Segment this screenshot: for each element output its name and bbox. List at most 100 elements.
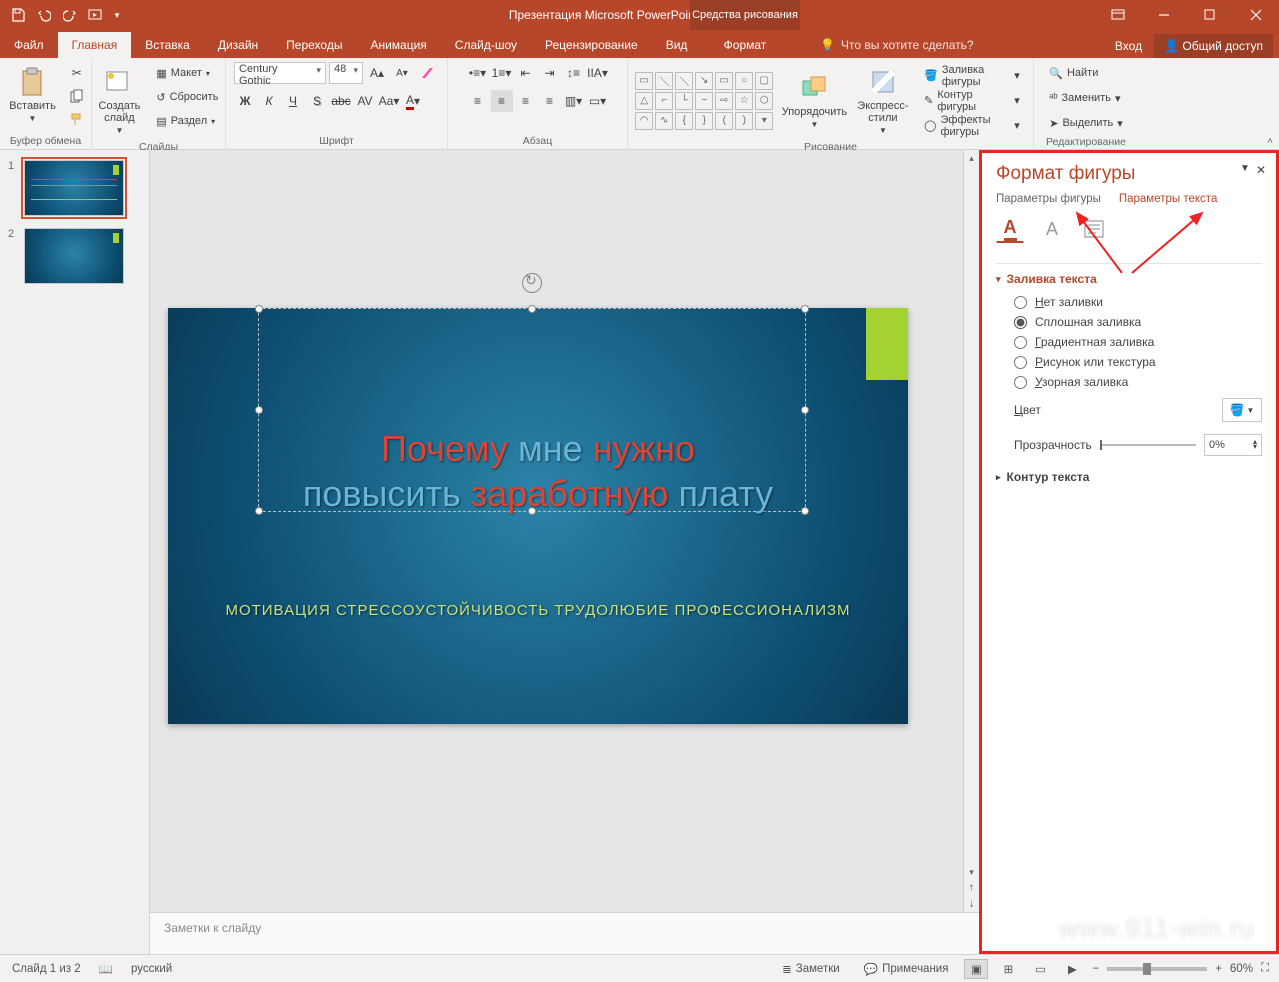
minimize-icon[interactable]	[1141, 0, 1187, 30]
text-fill-outline-tab-icon[interactable]: A	[996, 215, 1024, 243]
rotate-handle-icon[interactable]	[522, 273, 542, 293]
font-size-combo[interactable]: 48	[329, 62, 363, 84]
section-text-fill[interactable]: ▾Заливка текста	[996, 272, 1262, 286]
line-spacing-icon[interactable]: ↕≡	[563, 62, 585, 84]
bullets-icon[interactable]: •≡▾	[467, 62, 489, 84]
start-from-beginning-icon[interactable]	[84, 3, 108, 27]
format-painter-icon[interactable]	[66, 108, 88, 130]
radio-picture-fill[interactable]: Рисунок или текстура	[996, 352, 1262, 372]
shape-paren-r-icon[interactable]: )	[735, 112, 753, 130]
resize-handle[interactable]	[255, 305, 263, 313]
slide-thumbnail-1[interactable]	[24, 160, 124, 216]
numbering-icon[interactable]: 1≡▾	[491, 62, 513, 84]
align-right-icon[interactable]: ≡	[515, 90, 537, 112]
new-slide-button[interactable]: Создать слайд ▼	[93, 62, 147, 139]
align-center-icon[interactable]: ≡	[491, 90, 513, 112]
comments-toggle[interactable]: 💬 Примечания	[856, 958, 957, 980]
shrink-font-icon[interactable]: A▾	[391, 62, 413, 84]
maximize-icon[interactable]	[1187, 0, 1233, 30]
shape-rect2-icon[interactable]: ▭	[715, 72, 733, 90]
spellcheck-icon[interactable]: 📖	[99, 962, 113, 976]
strikethrough-icon[interactable]: abc	[330, 90, 352, 112]
clear-formatting-icon[interactable]	[416, 62, 438, 84]
justify-icon[interactable]: ≡	[539, 90, 561, 112]
radio-pattern-fill[interactable]: Узорная заливка	[996, 372, 1262, 392]
tab-review[interactable]: Рецензирование	[531, 32, 652, 58]
vertical-scrollbar[interactable]: ▴ ▾ ⭡ ⭣	[963, 150, 979, 912]
slide-thumbnail-2[interactable]	[24, 228, 124, 284]
shape-elbow-icon[interactable]: ⌐	[655, 92, 673, 110]
text-direction-icon[interactable]: IIA▾	[587, 62, 609, 84]
radio-gradient-fill[interactable]: Градиентная заливка	[996, 332, 1262, 352]
undo-icon[interactable]	[32, 3, 56, 27]
close-icon[interactable]	[1233, 0, 1279, 30]
shape-arc-icon[interactable]: ◠	[635, 112, 653, 130]
tab-animation[interactable]: Анимация	[356, 32, 440, 58]
shape-paren-l-icon[interactable]: (	[715, 112, 733, 130]
collapse-ribbon-icon[interactable]: ˄	[1267, 136, 1273, 147]
shape-arrowr-icon[interactable]: ⇨	[715, 92, 733, 110]
slide-subtitle[interactable]: МОТИВАЦИЯ СТРЕССОУСТОЙЧИВОСТЬ ТРУДОЛЮБИЕ…	[168, 602, 908, 619]
cut-icon[interactable]: ✂	[66, 62, 88, 84]
align-left-icon[interactable]: ≡	[467, 90, 489, 112]
font-name-combo[interactable]: Century Gothic	[234, 62, 326, 84]
shape-star-icon[interactable]: ☆	[735, 92, 753, 110]
slide[interactable]: Почему мне нужно повысить заработную пла…	[168, 308, 908, 724]
share-button[interactable]: 👤 Общий доступ	[1154, 34, 1273, 58]
redo-icon[interactable]	[58, 3, 82, 27]
shapes-gallery[interactable]: ▭＼＼↘▭○▢ △⌐└~⇨☆⬡ ◠∿{}()▾	[635, 72, 773, 130]
zoom-out-icon[interactable]: −	[1092, 963, 1099, 975]
select-button[interactable]: ➤Выделить ▾	[1043, 112, 1129, 134]
canvas[interactable]: Почему мне нужно повысить заработную пла…	[150, 150, 979, 912]
increase-indent-icon[interactable]: ⇥	[539, 62, 561, 84]
bold-icon[interactable]: Ж	[234, 90, 256, 112]
save-icon[interactable]	[6, 3, 30, 27]
shape-line2-icon[interactable]: ＼	[675, 72, 693, 90]
tab-format[interactable]: Формат	[690, 32, 800, 58]
zoom-in-icon[interactable]: +	[1215, 963, 1222, 975]
reset-button[interactable]: ↺Сбросить	[150, 86, 224, 108]
paste-button[interactable]: Вставить ▼	[3, 62, 62, 127]
shape-roundrect-icon[interactable]: ▢	[755, 72, 773, 90]
shape-arrow-icon[interactable]: ↘	[695, 72, 713, 90]
slide-counter[interactable]: Слайд 1 из 2	[12, 963, 81, 975]
italic-icon[interactable]: К	[258, 90, 280, 112]
zoom-level[interactable]: 60%	[1230, 963, 1253, 975]
prev-slide-icon[interactable]: ⭡	[964, 880, 979, 896]
section-button[interactable]: ▤Раздел ▾	[150, 110, 224, 132]
align-text-icon[interactable]: ▭▾	[587, 90, 609, 112]
pane-tab-shape-options[interactable]: Параметры фигуры	[996, 193, 1101, 205]
decrease-indent-icon[interactable]: ⇤	[515, 62, 537, 84]
columns-icon[interactable]: ▥▾	[563, 90, 585, 112]
text-effects-tab-icon[interactable]: A	[1038, 215, 1066, 243]
next-slide-icon[interactable]: ⭣	[964, 896, 979, 912]
shape-tri-icon[interactable]: △	[635, 92, 653, 110]
grow-font-icon[interactable]: A▴	[366, 62, 388, 84]
radio-no-fill[interactable]: Нет заливки	[996, 292, 1262, 312]
tab-slideshow[interactable]: Слайд-шоу	[441, 32, 531, 58]
copy-icon[interactable]	[66, 85, 88, 107]
language-status[interactable]: русский	[131, 963, 172, 975]
slide-sorter-view-icon[interactable]: ⊞	[996, 959, 1020, 979]
underline-icon[interactable]: Ч	[282, 90, 304, 112]
shape-oval-icon[interactable]: ○	[735, 72, 753, 90]
char-spacing-icon[interactable]: AV	[354, 90, 376, 112]
tab-file[interactable]: Файл	[0, 32, 58, 58]
shape-hex-icon[interactable]: ⬡	[755, 92, 773, 110]
color-picker-button[interactable]: 🪣▼	[1222, 398, 1262, 422]
pane-options-icon[interactable]: ▼	[1240, 163, 1250, 177]
shadow-icon[interactable]: S	[306, 90, 328, 112]
change-case-icon[interactable]: Aa▾	[378, 90, 400, 112]
font-color-icon[interactable]: A▾	[402, 90, 424, 112]
resize-handle[interactable]	[801, 305, 809, 313]
layout-button[interactable]: ▦Макет ▾	[150, 62, 224, 84]
section-text-outline[interactable]: ▸Контур текста	[996, 470, 1262, 484]
shape-curve-icon[interactable]: ~	[695, 92, 713, 110]
tell-me-search[interactable]: 💡 Что вы хотите сделать?	[820, 32, 974, 58]
notes-pane[interactable]: Заметки к слайду	[150, 912, 979, 954]
shapes-more-icon[interactable]: ▾	[755, 112, 773, 130]
signin-link[interactable]: Вход	[1105, 34, 1152, 58]
arrange-button[interactable]: Упорядочить▼	[781, 68, 847, 133]
shape-curve2-icon[interactable]: ∿	[655, 112, 673, 130]
notes-toggle[interactable]: ≣ Заметки	[774, 958, 848, 980]
